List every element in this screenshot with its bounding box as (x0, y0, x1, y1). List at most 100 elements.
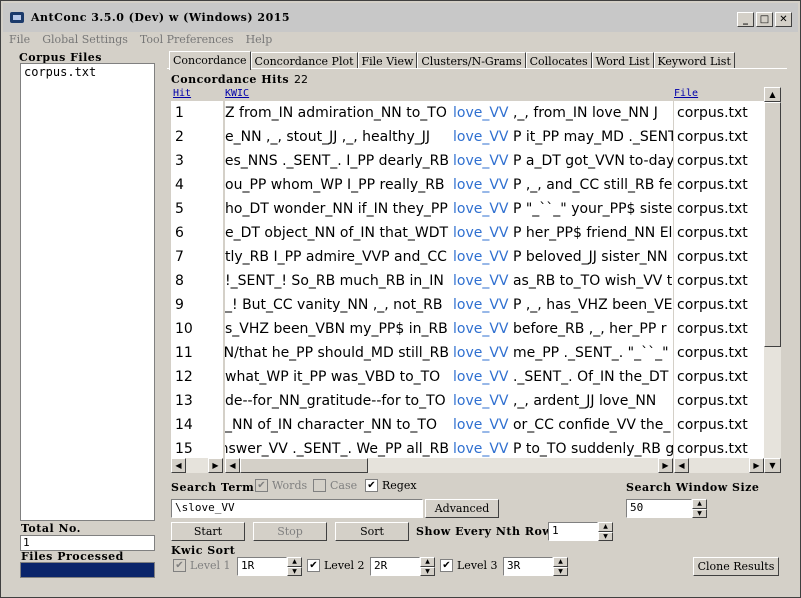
kwic-keyword[interactable]: love_VV (453, 105, 509, 121)
file-name[interactable]: corpus.txt (674, 269, 764, 293)
close-button[interactable]: ✕ (775, 12, 792, 27)
kwic-horizontal-scrollbar[interactable]: ◀ ▶ (225, 458, 673, 473)
level2-checkbox[interactable]: ✔ (307, 559, 320, 572)
regex-option[interactable]: ✔ Regex (365, 479, 417, 492)
menu-file[interactable]: File (3, 32, 36, 47)
file-name-pane[interactable]: corpus.txt corpus.txt corpus.txt corpus.txt… (674, 101, 764, 458)
clone-results-button[interactable]: Clone Results (693, 557, 779, 576)
kwic-keyword[interactable]: love_VV (453, 297, 509, 313)
level1-option[interactable]: ✔ Level 1 (173, 559, 231, 572)
file-name[interactable]: corpus.txt (674, 389, 764, 413)
spin-down-icon[interactable]: ▼ (692, 508, 707, 518)
regex-checkbox[interactable]: ✔ (365, 479, 378, 492)
level1-checkbox[interactable]: ✔ (173, 559, 186, 572)
file-name[interactable]: corpus.txt (674, 125, 764, 149)
kwic-keyword[interactable]: love_VV (453, 273, 509, 289)
kwic-keyword[interactable]: love_VV (453, 225, 509, 241)
words-checkbox[interactable]: ✔ (255, 479, 268, 492)
scroll-thumb[interactable] (764, 102, 781, 347)
level1-spinner[interactable]: ▲ ▼ (287, 557, 302, 576)
menu-global-settings[interactable]: Global Settings (36, 32, 134, 47)
start-button[interactable]: Start (171, 522, 245, 541)
tab-concordance-plot[interactable]: Concordance Plot (250, 52, 358, 69)
kwic-scroll-right-button[interactable]: ▶ (658, 458, 673, 473)
kwic-scroll-left-button[interactable]: ◀ (225, 458, 240, 473)
spin-down-icon[interactable]: ▼ (553, 566, 568, 576)
kwic-scroll-thumb[interactable] (240, 458, 368, 473)
tab-keyword-list[interactable]: Keyword List (653, 52, 735, 69)
file-scroll-right-button[interactable]: ▶ (749, 458, 764, 473)
case-checkbox[interactable] (313, 479, 326, 492)
level3-option[interactable]: ✔ Level 3 (440, 559, 498, 572)
file-name[interactable]: corpus.txt (674, 101, 764, 125)
hit-scroll-left-button[interactable]: ◀ (171, 458, 186, 473)
spin-up-icon[interactable]: ▲ (553, 557, 568, 567)
kwic-keyword[interactable]: love_VV (453, 441, 509, 457)
file-name[interactable]: corpus.txt (674, 413, 764, 437)
file-horizontal-scrollbar[interactable]: ◀ ▶ (674, 458, 764, 473)
case-option[interactable]: Case (313, 479, 357, 492)
file-name[interactable]: corpus.txt (674, 437, 764, 458)
kwic-keyword[interactable]: love_VV (453, 369, 509, 385)
level3-checkbox[interactable]: ✔ (440, 559, 453, 572)
search-term-input[interactable]: \slove_VV (171, 499, 423, 518)
hit-horizontal-scrollbar[interactable]: ◀ ▶ (171, 458, 223, 473)
hit-number-pane[interactable]: 1 2 3 4 5 6 7 8 9 10 11 12 13 14 15 (171, 101, 223, 458)
minimize-button[interactable]: _ (737, 12, 754, 27)
spin-down-icon[interactable]: ▼ (420, 566, 435, 576)
file-name[interactable]: corpus.txt (674, 293, 764, 317)
tab-clusters-ngrams[interactable]: Clusters/N-Grams (417, 52, 526, 69)
tab-concordance[interactable]: Concordance (169, 51, 251, 70)
scroll-down-button[interactable]: ▼ (764, 458, 781, 473)
stop-button[interactable]: Stop (253, 522, 327, 541)
kwic-keyword[interactable]: love_VV (453, 201, 509, 217)
file-name[interactable]: corpus.txt (674, 341, 764, 365)
level2-input[interactable]: 2R (370, 557, 420, 576)
search-window-size-input[interactable]: 50 (626, 499, 692, 518)
show-every-nth-row-input[interactable]: 1 (548, 522, 598, 541)
kwic-keyword[interactable]: love_VV (453, 129, 509, 145)
level2-spinner[interactable]: ▲ ▼ (420, 557, 435, 576)
spin-down-icon[interactable]: ▼ (287, 566, 302, 576)
level2-option[interactable]: ✔ Level 2 (307, 559, 365, 572)
spin-up-icon[interactable]: ▲ (287, 557, 302, 567)
spin-up-icon[interactable]: ▲ (692, 499, 707, 509)
advanced-button[interactable]: Advanced (425, 499, 499, 518)
spin-up-icon[interactable]: ▲ (598, 522, 613, 532)
corpus-file-item[interactable]: corpus.txt (21, 64, 154, 80)
nth-row-spinner[interactable]: ▲ ▼ (598, 522, 613, 541)
tab-word-list[interactable]: Word List (591, 52, 654, 69)
column-header-file[interactable]: File (674, 88, 698, 99)
words-option[interactable]: ✔ Words (255, 479, 307, 492)
file-name[interactable]: corpus.txt (674, 317, 764, 341)
kwic-keyword[interactable]: love_VV (453, 417, 509, 433)
level1-input[interactable]: 1R (237, 557, 287, 576)
hit-scroll-right-button[interactable]: ▶ (208, 458, 223, 473)
results-vertical-scrollbar[interactable]: ▲ ▼ (764, 87, 781, 473)
file-name[interactable]: corpus.txt (674, 365, 764, 389)
corpus-files-list[interactable]: corpus.txt (20, 63, 155, 521)
kwic-keyword[interactable]: love_VV (453, 321, 509, 337)
sort-button[interactable]: Sort (335, 522, 409, 541)
maximize-button[interactable]: □ (756, 12, 773, 27)
tab-collocates[interactable]: Collocates (525, 52, 592, 69)
level3-spinner[interactable]: ▲ ▼ (553, 557, 568, 576)
file-name[interactable]: corpus.txt (674, 197, 764, 221)
file-name[interactable]: corpus.txt (674, 245, 764, 269)
kwic-pane[interactable]: Z from_IN admiration_NN to_TO e_NN ,_, st… (225, 101, 673, 458)
kwic-keyword[interactable]: love_VV (453, 393, 509, 409)
column-header-hit[interactable]: Hit (173, 88, 191, 99)
file-name[interactable]: corpus.txt (674, 149, 764, 173)
window-size-spinner[interactable]: ▲ ▼ (692, 499, 707, 518)
scroll-up-button[interactable]: ▲ (764, 87, 781, 102)
file-scroll-left-button[interactable]: ◀ (674, 458, 689, 473)
menu-help[interactable]: Help (240, 32, 279, 47)
column-header-kwic[interactable]: KWIC (225, 88, 249, 99)
spin-up-icon[interactable]: ▲ (420, 557, 435, 567)
tab-file-view[interactable]: File View (357, 52, 418, 69)
spin-down-icon[interactable]: ▼ (598, 531, 613, 541)
kwic-keyword[interactable]: love_VV (453, 249, 509, 265)
menu-tool-preferences[interactable]: Tool Preferences (134, 32, 240, 47)
level3-input[interactable]: 3R (503, 557, 553, 576)
file-name[interactable]: corpus.txt (674, 173, 764, 197)
